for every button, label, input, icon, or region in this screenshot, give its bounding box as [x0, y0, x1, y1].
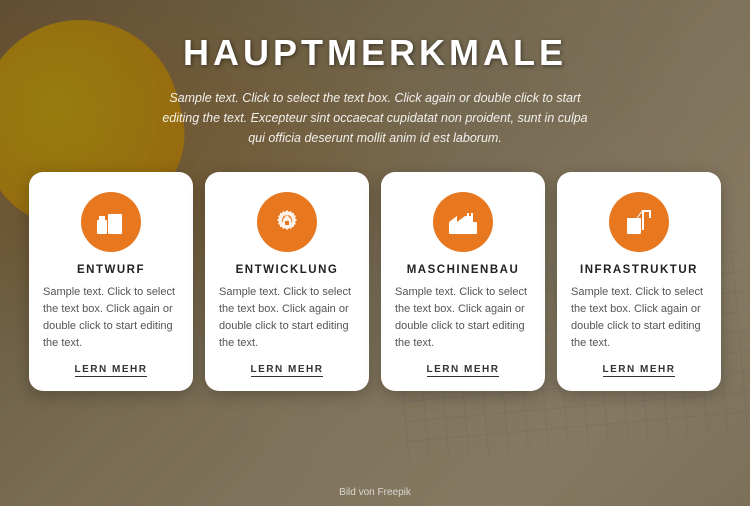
crane-building-icon — [609, 192, 669, 252]
card-entwurf-link[interactable]: LERN MEHR — [75, 364, 148, 377]
card-entwurf-title: ENTWURF — [77, 264, 145, 276]
cards-container: ENTWURF Sample text. Click to select the… — [20, 172, 730, 391]
card-entwicklung: ENTWICKLUNG Sample text. Click to select… — [205, 172, 369, 391]
card-entwicklung-title: ENTWICKLUNG — [236, 264, 339, 276]
entwurf-svg — [95, 206, 127, 238]
card-entwicklung-link[interactable]: LERN MEHR — [251, 364, 324, 377]
card-maschinenbau-title: MASCHINENBAU — [407, 264, 520, 276]
card-maschinenbau-link[interactable]: LERN MEHR — [427, 364, 500, 377]
infrastruktur-svg — [623, 206, 655, 238]
card-maschinenbau-text: Sample text. Click to select the text bo… — [395, 284, 531, 352]
card-entwurf-text: Sample text. Click to select the text bo… — [43, 284, 179, 352]
maschinenbau-svg — [447, 206, 479, 238]
card-infrastruktur: INFRASTRUKTUR Sample text. Click to sele… — [557, 172, 721, 391]
card-infrastruktur-title: INFRASTRUKTUR — [580, 264, 698, 276]
photo-credit: Bild von Freepik — [339, 487, 411, 498]
gear-building-icon — [257, 192, 317, 252]
card-maschinenbau: MASCHINENBAU Sample text. Click to selec… — [381, 172, 545, 391]
factory-icon — [433, 192, 493, 252]
entwicklung-svg — [271, 206, 303, 238]
building-icon — [81, 192, 141, 252]
main-content: HAUPTMERKMALE Sample text. Click to sele… — [0, 0, 750, 401]
card-entwicklung-text: Sample text. Click to select the text bo… — [219, 284, 355, 352]
card-infrastruktur-link[interactable]: LERN MEHR — [603, 364, 676, 377]
header-subtitle: Sample text. Click to select the text bo… — [155, 88, 595, 148]
card-entwurf: ENTWURF Sample text. Click to select the… — [29, 172, 193, 391]
page-title: HAUPTMERKMALE — [183, 32, 567, 74]
card-infrastruktur-text: Sample text. Click to select the text bo… — [571, 284, 707, 352]
